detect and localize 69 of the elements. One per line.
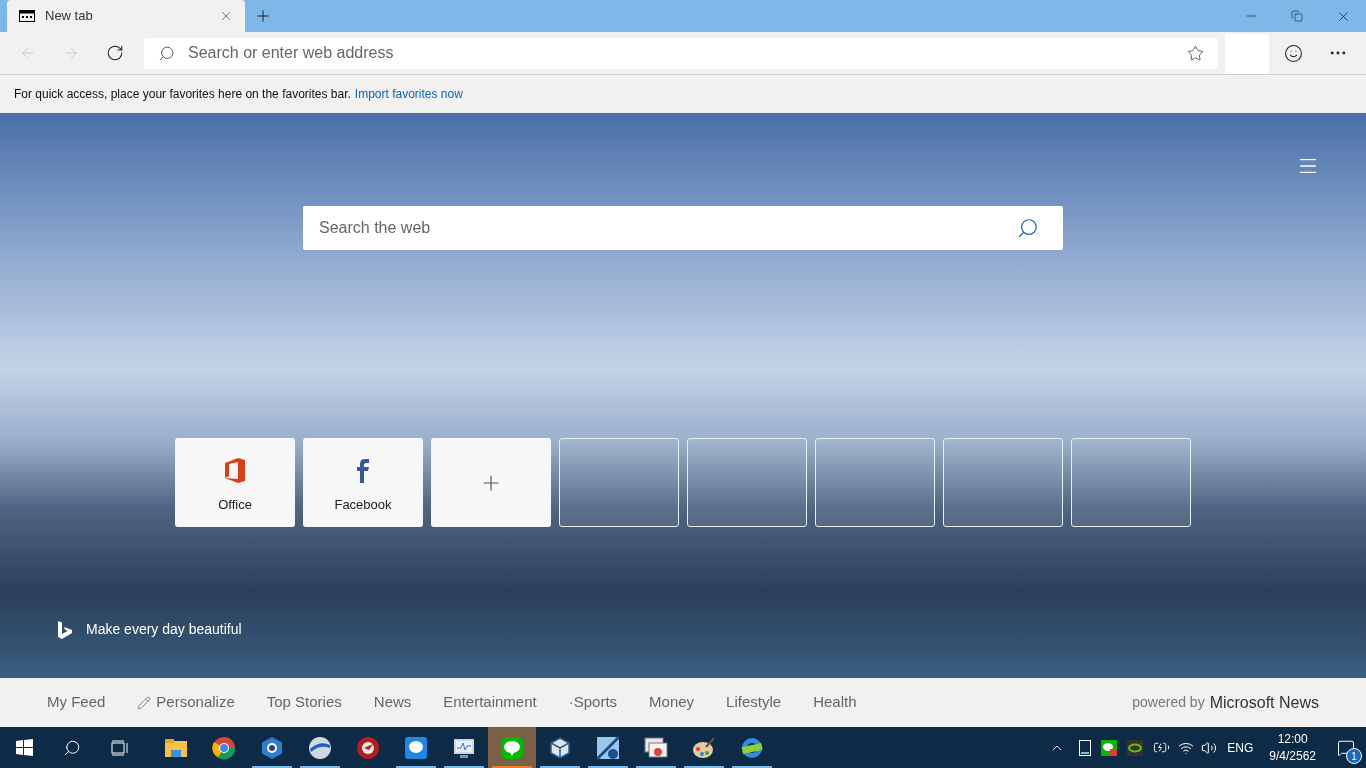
circle-app-icon	[356, 735, 380, 760]
favorite-star-icon[interactable]	[1187, 44, 1204, 62]
news-category-link[interactable]: Lifestyle	[726, 691, 782, 714]
news-category-link[interactable]: Money	[649, 691, 695, 714]
empty-tile[interactable]	[559, 438, 679, 527]
chat-tray-icon[interactable]	[1101, 739, 1118, 756]
site-tile[interactable]: Office	[175, 438, 295, 527]
news-category-link[interactable]: Top Stories	[266, 691, 342, 714]
volume-icon[interactable]	[1201, 739, 1218, 756]
powered-by-label: powered by	[1132, 693, 1205, 712]
empty-tile[interactable]	[943, 438, 1063, 527]
paint-palette-icon	[692, 735, 716, 760]
diagonal-app-icon	[596, 735, 620, 760]
web-search-bar[interactable]: Search the web	[303, 206, 1063, 250]
refresh-icon[interactable]	[106, 44, 124, 62]
browser-globe-icon	[740, 735, 764, 760]
cube-icon	[548, 735, 572, 760]
windows-stack-icon	[644, 735, 668, 760]
news-category-link[interactable]: My Feed	[47, 691, 106, 714]
news-category-link[interactable]: Health	[813, 691, 857, 714]
address-field[interactable]: Search or enter web address	[188, 41, 1187, 65]
tab-title: New tab	[45, 7, 94, 26]
empty-tile[interactable]	[1071, 438, 1191, 527]
empty-tile[interactable]	[687, 438, 807, 527]
facebook-logo-icon	[357, 458, 369, 483]
site-tile[interactable]: Facebook	[303, 438, 423, 527]
chat-bubble-icon	[404, 735, 428, 760]
search-icon[interactable]	[1017, 217, 1039, 239]
search-icon	[63, 738, 81, 757]
news-category-link[interactable]: Entertainment	[443, 691, 537, 714]
bing-logo-icon	[58, 620, 72, 639]
close-tab-icon[interactable]	[219, 9, 233, 23]
task-view-icon	[111, 739, 129, 756]
browser-icon	[212, 735, 236, 760]
action-center-button[interactable]: 1	[1326, 727, 1366, 768]
clock[interactable]: 12:00 9/4/2562	[1269, 730, 1316, 765]
microsoft-news-brand: Microsoft News	[1209, 692, 1319, 713]
tile-label: Office	[218, 496, 252, 514]
bing-caption: Make every day beautiful	[86, 620, 242, 639]
hexagon-app-icon	[260, 735, 284, 760]
page-icon	[19, 10, 35, 22]
news-category-link[interactable]: ·Sports	[568, 691, 618, 714]
news-category-link[interactable]: Personalize	[137, 691, 235, 714]
extension-slot	[1225, 34, 1269, 74]
office-logo-icon	[225, 458, 245, 483]
news-category-link[interactable]: News	[373, 691, 412, 714]
address-bar[interactable]: Search or enter web address	[144, 37, 1218, 69]
globe-icon	[308, 735, 332, 760]
language-indicator[interactable]: ENG	[1227, 738, 1254, 757]
import-favorites-link[interactable]: Import favorites now	[354, 85, 463, 103]
chat-app-icon	[500, 735, 524, 760]
pencil-icon	[137, 695, 152, 710]
feedback-smiley-icon[interactable]	[1284, 43, 1303, 63]
restore-icon	[1291, 10, 1303, 22]
empty-tile[interactable]	[815, 438, 935, 527]
search-icon	[158, 44, 175, 62]
graphics-tray-icon[interactable]	[1127, 739, 1144, 756]
web-search-field[interactable]: Search the web	[319, 216, 1017, 240]
clock-date: 9/4/2562	[1269, 747, 1316, 765]
notification-count-badge: 1	[1346, 748, 1362, 764]
clock-time: 12:00	[1277, 730, 1308, 748]
windows-logo-icon	[15, 739, 33, 756]
tablet-icon[interactable]	[1079, 739, 1092, 756]
browser-tab[interactable]: New tab	[7, 0, 245, 32]
folder-icon	[164, 737, 188, 758]
new-tab-icon[interactable]	[254, 7, 272, 25]
favorites-bar-message: For quick access, place your favorites here on the favorites bar.	[14, 86, 351, 103]
add-site-tile[interactable]	[431, 438, 551, 527]
tile-label: Facebook	[334, 496, 392, 514]
